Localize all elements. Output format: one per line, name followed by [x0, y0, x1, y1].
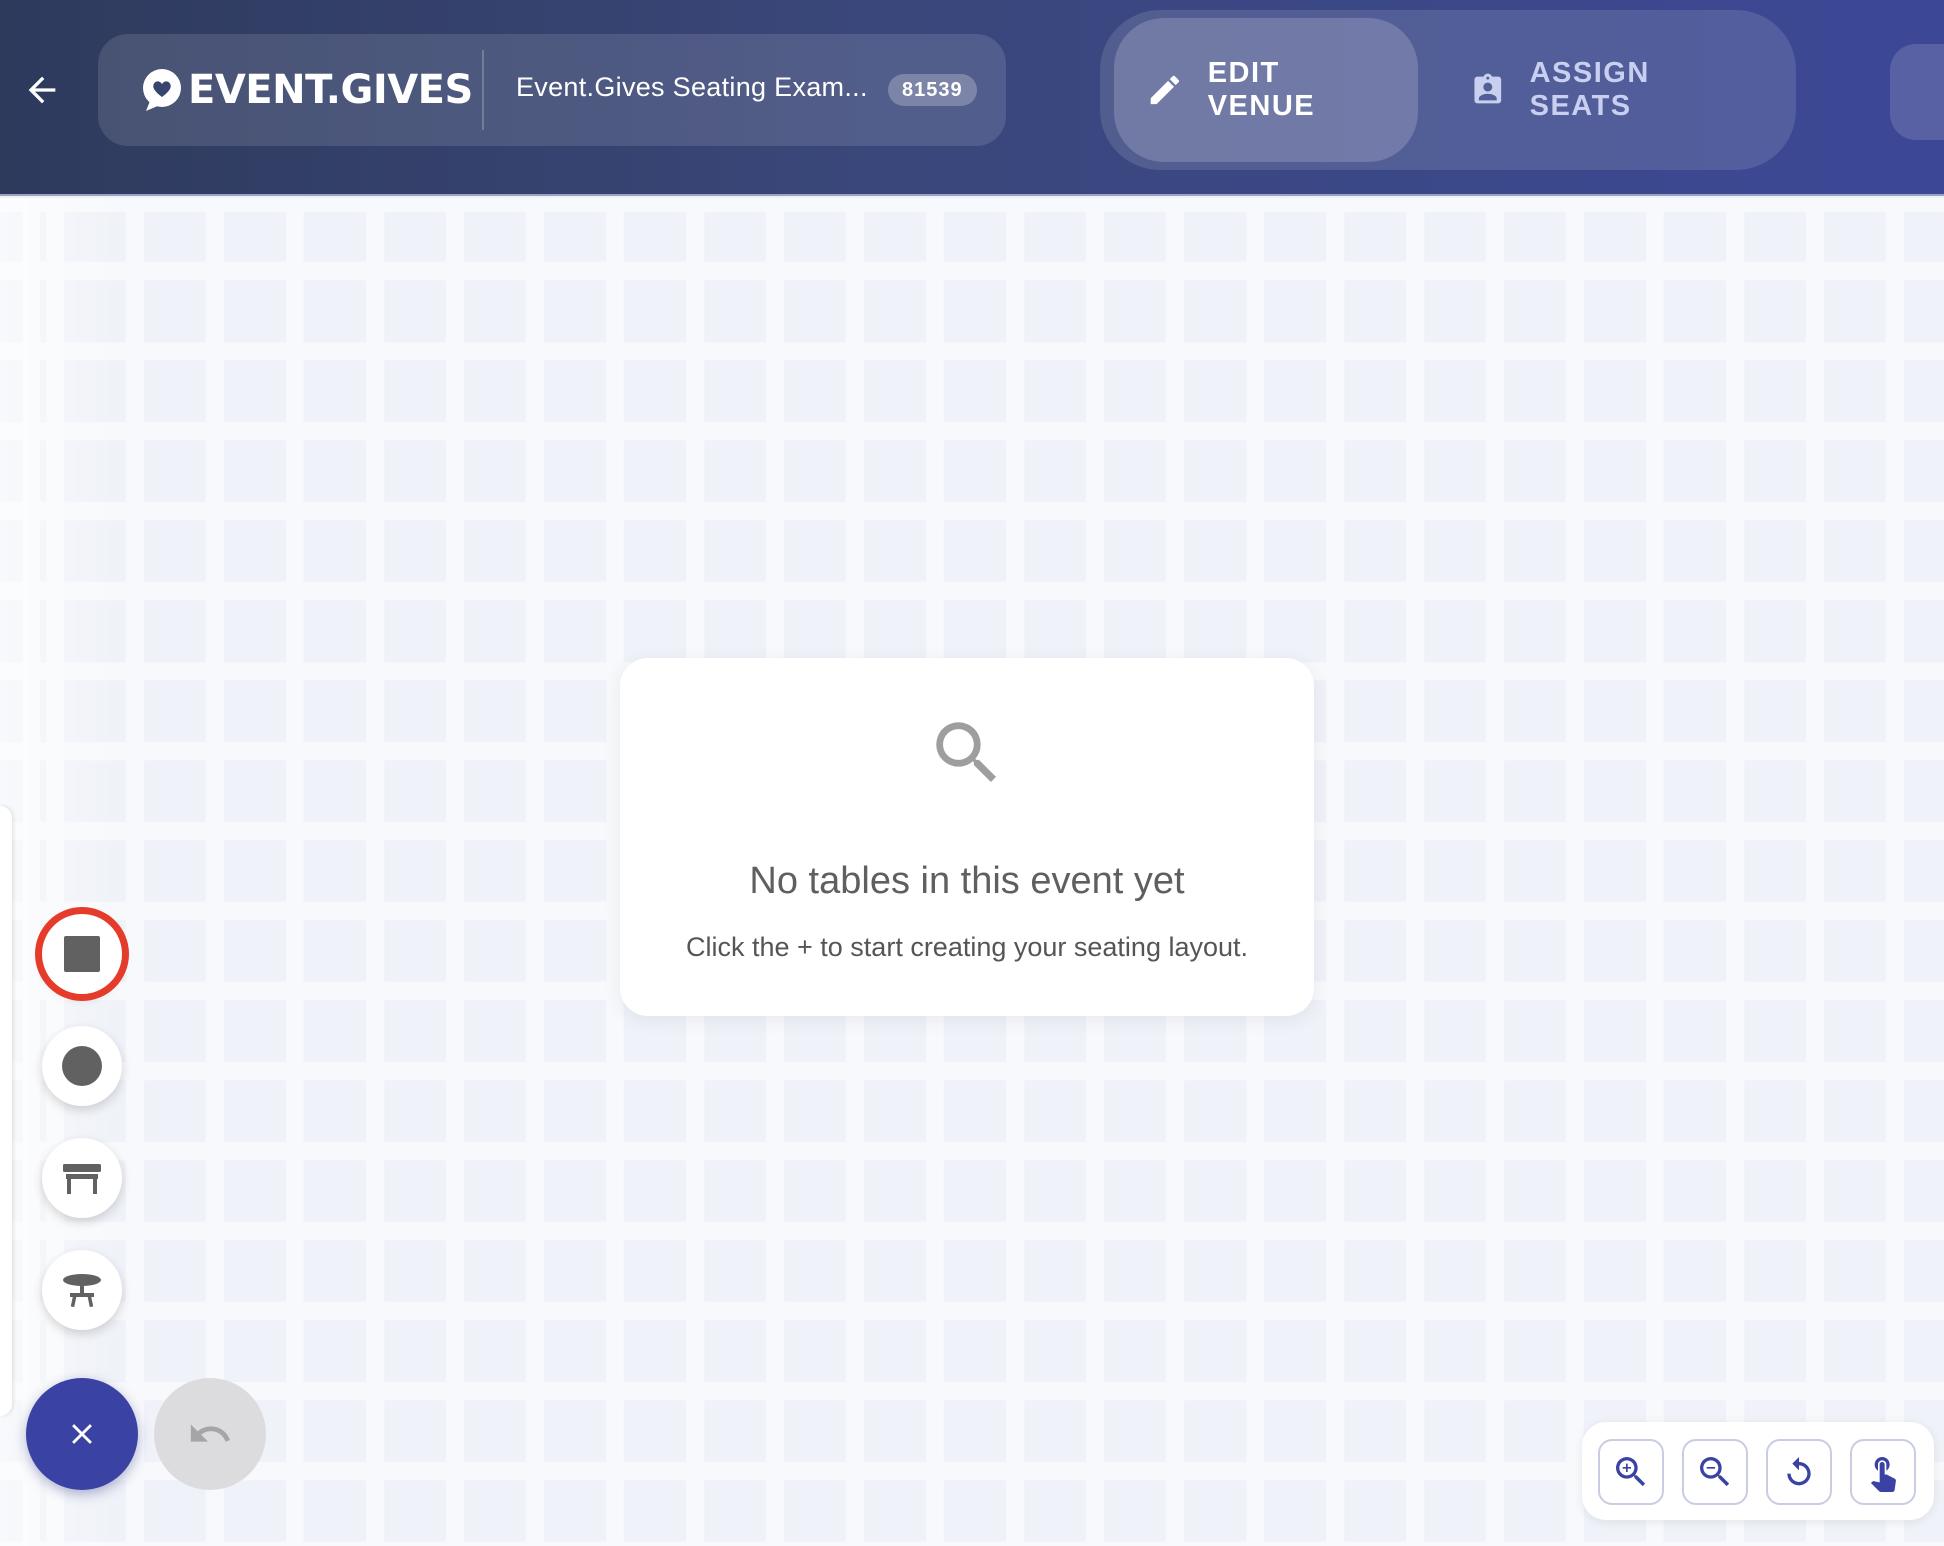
rect-table-icon — [63, 1164, 101, 1194]
tab-assign-seats-label: ASSIGN SEATS — [1529, 57, 1650, 122]
pan-mode-button[interactable] — [1850, 1439, 1916, 1505]
cocktail-table-tool[interactable] — [42, 1250, 122, 1330]
circle-icon — [62, 1046, 102, 1086]
pencil-icon — [1150, 75, 1180, 105]
square-table-tool[interactable] — [42, 914, 122, 994]
banquet-table-tool[interactable] — [42, 1138, 122, 1218]
round-table-tool[interactable] — [42, 1026, 122, 1106]
event-title[interactable]: Event.Gives Seating Exam... — [516, 72, 868, 103]
back-button[interactable] — [14, 62, 70, 118]
heart-bubble-icon — [143, 69, 181, 111]
undo-button[interactable] — [154, 1378, 266, 1490]
tab-assign-seats[interactable]: ASSIGN SEATS — [1438, 18, 1768, 162]
zoom-out-button[interactable] — [1682, 1439, 1748, 1505]
tab-edit-venue-label: EDIT VENUE — [1207, 57, 1316, 122]
back-arrow-icon — [28, 76, 56, 104]
divider — [482, 50, 484, 130]
empty-state-subtitle: Click the + to start creating your seati… — [685, 932, 1249, 962]
reset-view-button[interactable] — [1766, 1439, 1832, 1505]
event-id-badge: 81539 — [888, 74, 977, 106]
zoom-in-button[interactable] — [1598, 1439, 1664, 1505]
close-tools-button[interactable] — [26, 1378, 138, 1490]
zoom-in-icon — [1616, 1457, 1646, 1487]
empty-state-title: No tables in this event yet — [749, 860, 1185, 902]
zoom-out-icon — [1700, 1457, 1730, 1487]
canvas-fade — [0, 198, 120, 1546]
overflow-button[interactable] — [1890, 44, 1944, 140]
logo[interactable]: EVENT.GIVES — [140, 60, 473, 120]
zoom-controls — [1582, 1422, 1934, 1520]
brand-name: EVENT.GIVES — [188, 67, 473, 113]
reset-icon — [1787, 1457, 1811, 1486]
square-icon — [64, 936, 100, 972]
badge-icon — [1474, 73, 1502, 104]
top-bar: EVENT.GIVES Event.Gives Seating Exam... … — [0, 0, 1944, 196]
search-icon — [936, 722, 997, 783]
cocktail-table-icon — [63, 1274, 101, 1308]
close-icon — [72, 1424, 92, 1444]
mode-switcher: EDIT VENUE ASSIGN SEATS — [1100, 10, 1796, 170]
tool-panel-edge — [0, 806, 12, 1416]
tab-edit-venue[interactable]: EDIT VENUE — [1114, 18, 1418, 162]
undo-icon — [190, 1424, 231, 1442]
brand-pill: EVENT.GIVES Event.Gives Seating Exam... … — [98, 34, 1006, 146]
pan-hand-icon — [1870, 1457, 1896, 1492]
empty-state-card: No tables in this event yet Click the + … — [620, 658, 1314, 1016]
